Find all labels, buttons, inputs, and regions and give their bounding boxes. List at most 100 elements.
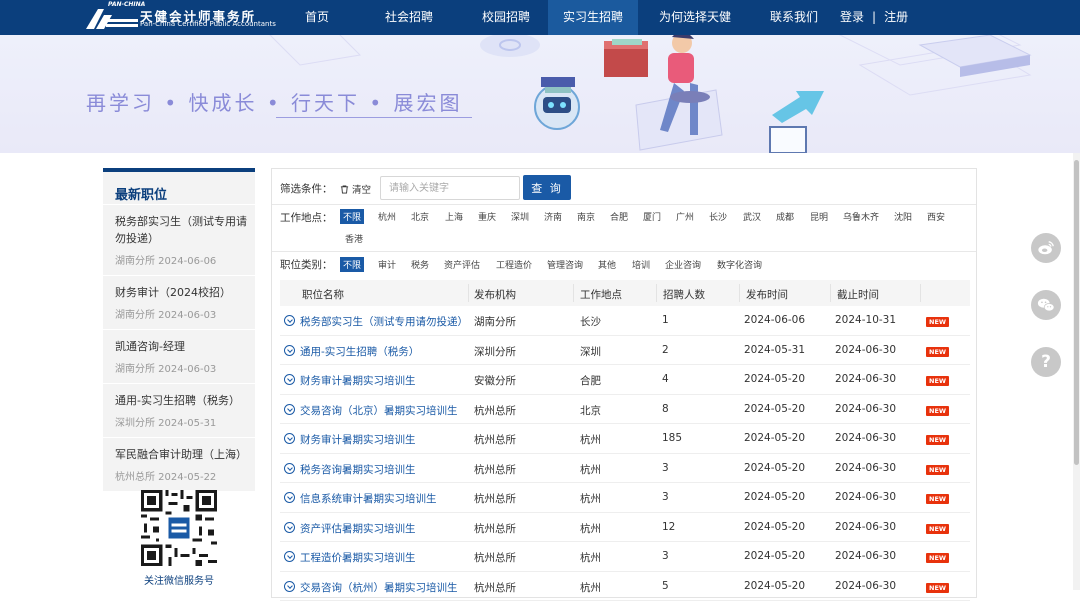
weibo-share-button[interactable]: [1031, 233, 1061, 263]
nav-intern-recruit[interactable]: 实习生招聘: [548, 0, 638, 35]
expand-chevron-icon[interactable]: [284, 315, 295, 326]
category-option[interactable]: 工程造价: [493, 257, 535, 272]
expand-chevron-icon[interactable]: [284, 551, 295, 562]
expand-chevron-icon[interactable]: [284, 522, 295, 533]
location-option[interactable]: 济南: [541, 209, 565, 224]
clear-filter-button[interactable]: 清空: [340, 182, 371, 196]
location-option[interactable]: 沈阳: [891, 209, 915, 224]
col-separator: [739, 284, 740, 302]
help-button[interactable]: ?: [1031, 347, 1061, 377]
location-option[interactable]: 乌鲁木齐: [840, 209, 882, 224]
cell-org: 湖南分所: [474, 314, 516, 329]
filter-divider: [272, 251, 976, 252]
location-option[interactable]: 长沙: [706, 209, 730, 224]
location-option[interactable]: 西安: [924, 209, 948, 224]
new-badge: NEW: [926, 347, 949, 357]
sidebar-job-item[interactable]: 税务部实习生（测试专用请勿投递） 湖南分所 2024-06-06: [103, 204, 255, 275]
location-option[interactable]: 广州: [673, 209, 697, 224]
location-option[interactable]: 香港: [342, 231, 366, 246]
location-option[interactable]: 深圳: [508, 209, 532, 224]
new-badge: NEW: [926, 376, 949, 386]
expand-chevron-icon[interactable]: [284, 404, 295, 415]
cell-deadline: 2024-06-30: [835, 462, 896, 474]
nav-home[interactable]: 首页: [280, 0, 354, 35]
cell-position-link[interactable]: 信息系统审计暑期实习培训生: [300, 491, 437, 506]
login-link[interactable]: 登录: [840, 10, 864, 24]
new-badge: NEW: [926, 553, 949, 563]
weibo-icon: [1037, 239, 1055, 257]
cell-position-link[interactable]: 交易咨询（北京）暑期实习培训生: [300, 403, 458, 418]
col-header-count: 招聘人数: [663, 287, 705, 302]
register-link[interactable]: 注册: [884, 10, 908, 24]
cell-position-link[interactable]: 税务咨询暑期实习培训生: [300, 462, 416, 477]
table-row[interactable]: 财务审计暑期实习培训生安徽分所合肥42024-05-202024-06-30NE…: [280, 365, 970, 395]
table-row[interactable]: 财务审计暑期实习培训生杭州总所杭州1852024-05-202024-06-30…: [280, 424, 970, 454]
table-row[interactable]: 交易咨询（杭州）暑期实习培训生杭州总所杭州52024-05-202024-06-…: [280, 572, 970, 601]
location-option[interactable]: 上海: [442, 209, 466, 224]
cell-position-link[interactable]: 交易咨询（杭州）暑期实习培训生: [300, 580, 458, 595]
cell-publish-date: 2024-06-06: [744, 314, 805, 326]
cell-position-link[interactable]: 通用-实习生招聘（税务）: [300, 344, 419, 359]
table-row[interactable]: 信息系统审计暑期实习培训生杭州总所杭州32024-05-202024-06-30…: [280, 483, 970, 513]
location-option[interactable]: 昆明: [807, 209, 831, 224]
keyword-search-input[interactable]: [380, 176, 520, 200]
cell-position-link[interactable]: 税务部实习生（测试专用请勿投递）: [300, 314, 468, 329]
location-option[interactable]: 不限: [340, 209, 364, 224]
location-option[interactable]: 重庆: [475, 209, 499, 224]
company-logo-icon: [84, 7, 138, 29]
sidebar-job-item[interactable]: 财务审计（2024校招） 湖南分所 2024-06-03: [103, 275, 255, 329]
nav-campus-recruit[interactable]: 校园招聘: [464, 0, 548, 35]
expand-chevron-icon[interactable]: [284, 433, 295, 444]
table-row[interactable]: 通用-实习生招聘（税务）深圳分所深圳22024-05-312024-06-30N…: [280, 336, 970, 366]
cell-deadline: 2024-06-30: [835, 344, 896, 356]
hero-banner: 再学习 • 快成长 • 行天下 • 展宏图: [0, 35, 1080, 153]
location-option[interactable]: 武汉: [740, 209, 764, 224]
category-option[interactable]: 管理咨询: [544, 257, 586, 272]
page-scrollbar-thumb[interactable]: [1074, 160, 1079, 465]
category-option[interactable]: 培训: [629, 257, 653, 272]
table-row[interactable]: 资产评估暑期实习培训生杭州总所杭州122024-05-202024-06-30N…: [280, 513, 970, 543]
cell-deadline: 2024-10-31: [835, 314, 896, 326]
cell-position-link[interactable]: 财务审计暑期实习培训生: [300, 432, 416, 447]
table-row[interactable]: 税务部实习生（测试专用请勿投递）湖南分所长沙12024-06-062024-10…: [280, 306, 970, 336]
cell-position-link[interactable]: 财务审计暑期实习培训生: [300, 373, 416, 388]
cell-position-link[interactable]: 工程造价暑期实习培训生: [300, 550, 416, 565]
location-option[interactable]: 厦门: [640, 209, 664, 224]
expand-chevron-icon[interactable]: [284, 492, 295, 503]
sidebar-job-item[interactable]: 军民融合审计助理（上海） 杭州总所 2024-05-22: [103, 437, 255, 491]
location-option[interactable]: 杭州: [375, 209, 399, 224]
category-option[interactable]: 不限: [340, 257, 364, 272]
table-row[interactable]: 工程造价暑期实习培训生杭州总所杭州32024-05-202024-06-30NE…: [280, 542, 970, 572]
location-option[interactable]: 合肥: [607, 209, 631, 224]
sidebar-job-meta: 湖南分所 2024-06-06: [115, 252, 251, 267]
expand-chevron-icon[interactable]: [284, 374, 295, 385]
filter-label: 筛选条件：: [280, 181, 333, 196]
sidebar-job-item[interactable]: 通用-实习生招聘（税务） 深圳分所 2024-05-31: [103, 383, 255, 437]
expand-chevron-icon[interactable]: [284, 463, 295, 474]
nav-contact[interactable]: 联系我们: [752, 0, 836, 35]
col-header-org: 发布机构: [474, 287, 516, 302]
wechat-share-button[interactable]: [1031, 290, 1061, 320]
table-row[interactable]: 交易咨询（北京）暑期实习培训生杭州总所北京82024-05-202024-06-…: [280, 395, 970, 425]
nav-social-recruit[interactable]: 社会招聘: [354, 0, 464, 35]
table-row[interactable]: 税务咨询暑期实习培训生杭州总所杭州32024-05-202024-06-30NE…: [280, 454, 970, 484]
cell-org: 杭州总所: [474, 491, 516, 506]
category-option[interactable]: 税务: [408, 257, 432, 272]
location-option[interactable]: 成都: [773, 209, 797, 224]
nav-why-choose[interactable]: 为何选择天健: [638, 0, 752, 35]
clear-label: 清空: [352, 185, 371, 196]
search-button[interactable]: 查 询: [523, 175, 571, 200]
sidebar-job-item[interactable]: 凯通咨询-经理 湖南分所 2024-06-03: [103, 329, 255, 383]
company-logo[interactable]: PAN-CHINA 天健会计师事务所 Pan-China Certified P…: [84, 5, 274, 31]
category-option[interactable]: 资产评估: [441, 257, 483, 272]
expand-chevron-icon[interactable]: [284, 345, 295, 356]
location-option[interactable]: 北京: [408, 209, 432, 224]
trash-icon: [340, 185, 349, 194]
new-badge: NEW: [926, 435, 949, 445]
category-option[interactable]: 审计: [375, 257, 399, 272]
cell-position-link[interactable]: 资产评估暑期实习培训生: [300, 521, 416, 536]
location-option[interactable]: 南京: [574, 209, 598, 224]
category-option[interactable]: 其他: [595, 257, 619, 272]
category-option[interactable]: 企业咨询: [662, 257, 704, 272]
category-option[interactable]: 数字化咨询: [714, 257, 765, 272]
